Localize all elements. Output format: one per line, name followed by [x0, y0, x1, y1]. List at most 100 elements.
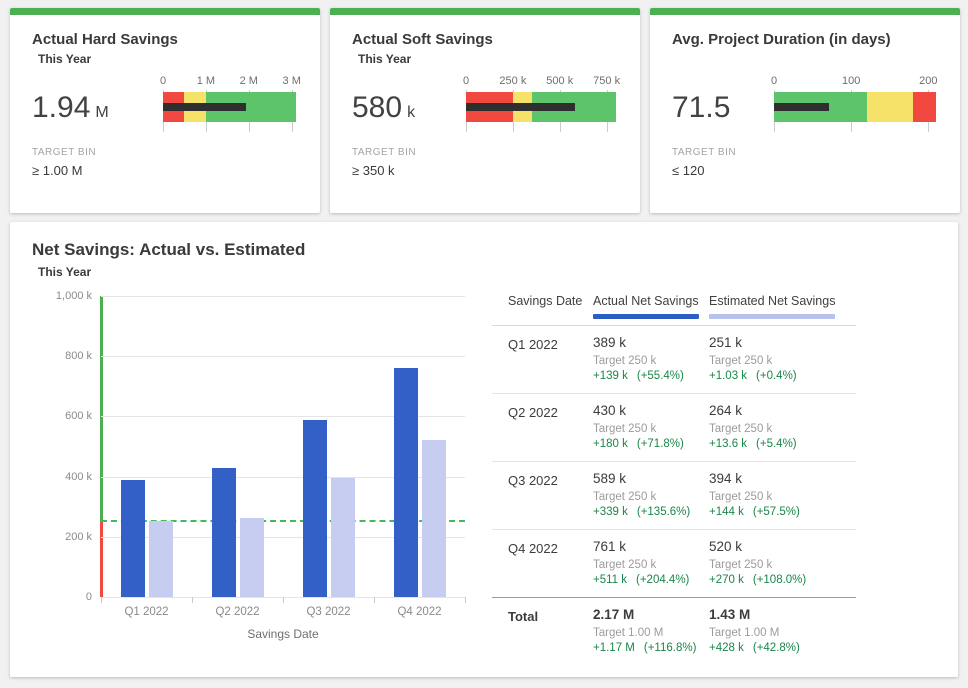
table-row-total: Total2.17 M Target 1.00 M +1.17 M (+116.8%)… — [492, 597, 856, 665]
bullet-band — [867, 92, 913, 122]
bar-actual[interactable] — [303, 420, 327, 597]
bullet-track — [466, 92, 616, 122]
kpi-card-actual-soft-savings: Actual Soft Savings This Year 580k 0250 … — [330, 8, 640, 213]
estimated-cell: 1.43 MTarget 1.00 M+428 k(+42.8%) — [709, 607, 856, 654]
bullet-tick-label: 0 — [160, 75, 166, 87]
variance-delta: +428 k — [709, 642, 744, 654]
bar-actual[interactable] — [394, 368, 418, 597]
bullet-tick-label: 100 — [842, 75, 860, 87]
actual-variance: +511 k(+204.4%) — [593, 574, 709, 586]
x-axis-category-label: Q4 2022 — [397, 606, 441, 618]
bullet-axis-labels: 0100200 — [774, 75, 936, 90]
kpi-subtitle — [678, 52, 936, 67]
estimated-value: 1.43 M — [709, 607, 856, 622]
actual-target: Target 250 k — [593, 559, 709, 571]
variance-delta: +1.03 k — [709, 370, 747, 382]
legend-swatch-estimated — [709, 314, 835, 319]
bar-group-q4-2022 — [374, 296, 465, 597]
bullet-chart: 0250 k500 k750 k — [466, 75, 616, 125]
variance-percent: (+42.8%) — [753, 642, 800, 654]
bar-actual[interactable] — [212, 468, 236, 597]
estimated-variance: +1.03 k(+0.4%) — [709, 370, 856, 382]
bullet-tick-label: 500 k — [546, 75, 573, 87]
y-axis-tick-label: 1,000 k — [56, 290, 92, 302]
column-header-actual-net-savings: Actual Net Savings — [593, 292, 709, 319]
target-bin: TARGET BIN ≤ 120 — [672, 147, 936, 178]
target-bin-value: ≥ 1.00 M — [32, 163, 296, 178]
variance-percent: (+71.8%) — [637, 438, 684, 450]
column-header-label: Savings Date — [508, 294, 582, 308]
actual-value: 389 k — [593, 335, 709, 350]
y-axis-tick-label: 200 k — [65, 531, 92, 543]
row-label: Q2 2022 — [492, 403, 593, 450]
bullet-measure-bar — [163, 103, 246, 111]
table-row: Q1 2022389 kTarget 250 k+139 k(+55.4%)25… — [492, 326, 856, 394]
row-label: Total — [492, 607, 593, 654]
target-bin-label: TARGET BIN — [672, 147, 936, 158]
y-axis-tick-label: 400 k — [65, 471, 92, 483]
estimated-variance: +13.6 k(+5.4%) — [709, 438, 856, 450]
target-bin-value: ≥ 350 k — [352, 163, 616, 178]
net-savings-panel: Net Savings: Actual vs. Estimated This Y… — [10, 222, 958, 677]
actual-variance: +339 k(+135.6%) — [593, 506, 709, 518]
actual-target: Target 250 k — [593, 355, 709, 367]
bar-estimated[interactable] — [149, 521, 173, 597]
panel-title: Net Savings: Actual vs. Estimated — [10, 222, 958, 260]
estimated-cell: 520 k Target 250 k +270 k(+108.0%) — [709, 539, 856, 586]
x-axis-category-label: Q1 2022 — [124, 606, 168, 618]
kpi-value-number: 1.94 — [32, 91, 90, 124]
bar-estimated[interactable] — [240, 518, 264, 597]
table-row: Q2 2022430 kTarget 250 k+180 k(+71.8%)26… — [492, 394, 856, 462]
x-axis-tick-mark — [465, 597, 466, 603]
actual-variance: +139 k(+55.4%) — [593, 370, 709, 382]
variance-delta: +270 k — [709, 574, 744, 586]
kpi-value: 1.94M — [32, 75, 109, 125]
bar-chart: Savings Date 1,000 k800 k600 k400 k200 k… — [101, 296, 465, 597]
target-bin-value: ≤ 120 — [672, 163, 936, 178]
actual-cell: 761 k Target 250 k +511 k(+204.4%) — [593, 539, 709, 586]
y-axis-tick-label: 600 k — [65, 410, 92, 422]
actual-variance: +180 k (+71.8%) — [593, 438, 709, 450]
actual-cell: 430 kTarget 250 k+180 k(+71.8%) — [593, 403, 709, 450]
estimated-target: Target 250 k — [709, 491, 856, 503]
kpi-title: Actual Soft Savings — [352, 31, 616, 48]
kpi-title: Avg. Project Duration (in days) — [672, 31, 936, 48]
bullet-tick-label: 2 M — [240, 75, 258, 87]
variance-percent: (+116.8%) — [644, 642, 697, 654]
actual-value: 2.17 M — [593, 607, 709, 622]
actual-target: Target 1.00 M — [593, 627, 709, 639]
bar-estimated[interactable] — [331, 478, 355, 597]
estimated-target: Target 250 k — [709, 559, 856, 571]
target-bin: TARGET BIN ≥ 1.00 M — [32, 147, 296, 178]
variance-delta: +1.17 M — [593, 642, 635, 654]
estimated-target: Target 250 k — [709, 355, 856, 367]
target-bin-label: TARGET BIN — [352, 147, 616, 158]
actual-value: 761 k — [593, 539, 709, 554]
net-savings-table: Savings Date Actual Net Savings Estimate… — [492, 292, 856, 665]
variance-delta: +13.6 k — [709, 438, 747, 450]
row-label: Q1 2022 — [492, 335, 593, 382]
bar-group-q3-2022 — [283, 296, 374, 597]
actual-cell: 389 k Target 250 k +139 k(+55.4%) — [593, 335, 709, 382]
kpi-card-avg-project-duration: Avg. Project Duration (in days) 71.5 010… — [650, 8, 960, 213]
table-row: Q4 2022761 kTarget 250 k+511 k(+204.4%)5… — [492, 530, 856, 598]
table-header-row: Savings Date Actual Net Savings Estimate… — [492, 292, 856, 326]
kpi-card-actual-hard-savings: Actual Hard Savings This Year 1.94M 01 M… — [10, 8, 320, 213]
estimated-value: 264 k — [709, 403, 856, 418]
bullet-tick-label: 1 M — [197, 75, 215, 87]
bullet-axis-labels: 0250 k500 k750 k — [466, 75, 616, 90]
estimated-value: 520 k — [709, 539, 856, 554]
bar-estimated[interactable] — [422, 440, 446, 597]
bullet-band — [913, 92, 936, 122]
estimated-cell: 264 kTarget 250 k+13.6 k(+5.4%) — [709, 403, 856, 450]
bullet-measure-bar — [466, 103, 575, 111]
bar-actual[interactable] — [121, 480, 145, 597]
kpi-value: 71.5 — [672, 75, 735, 125]
variance-delta: +511 k — [593, 574, 627, 586]
estimated-variance: +270 k(+108.0%) — [709, 574, 856, 586]
row-label: Q3 2022 — [492, 471, 593, 518]
bullet-track — [774, 92, 936, 122]
variance-delta: +180 k — [593, 438, 628, 450]
x-axis-title: Savings Date — [247, 627, 318, 641]
bar-group-q1-2022 — [101, 296, 192, 597]
